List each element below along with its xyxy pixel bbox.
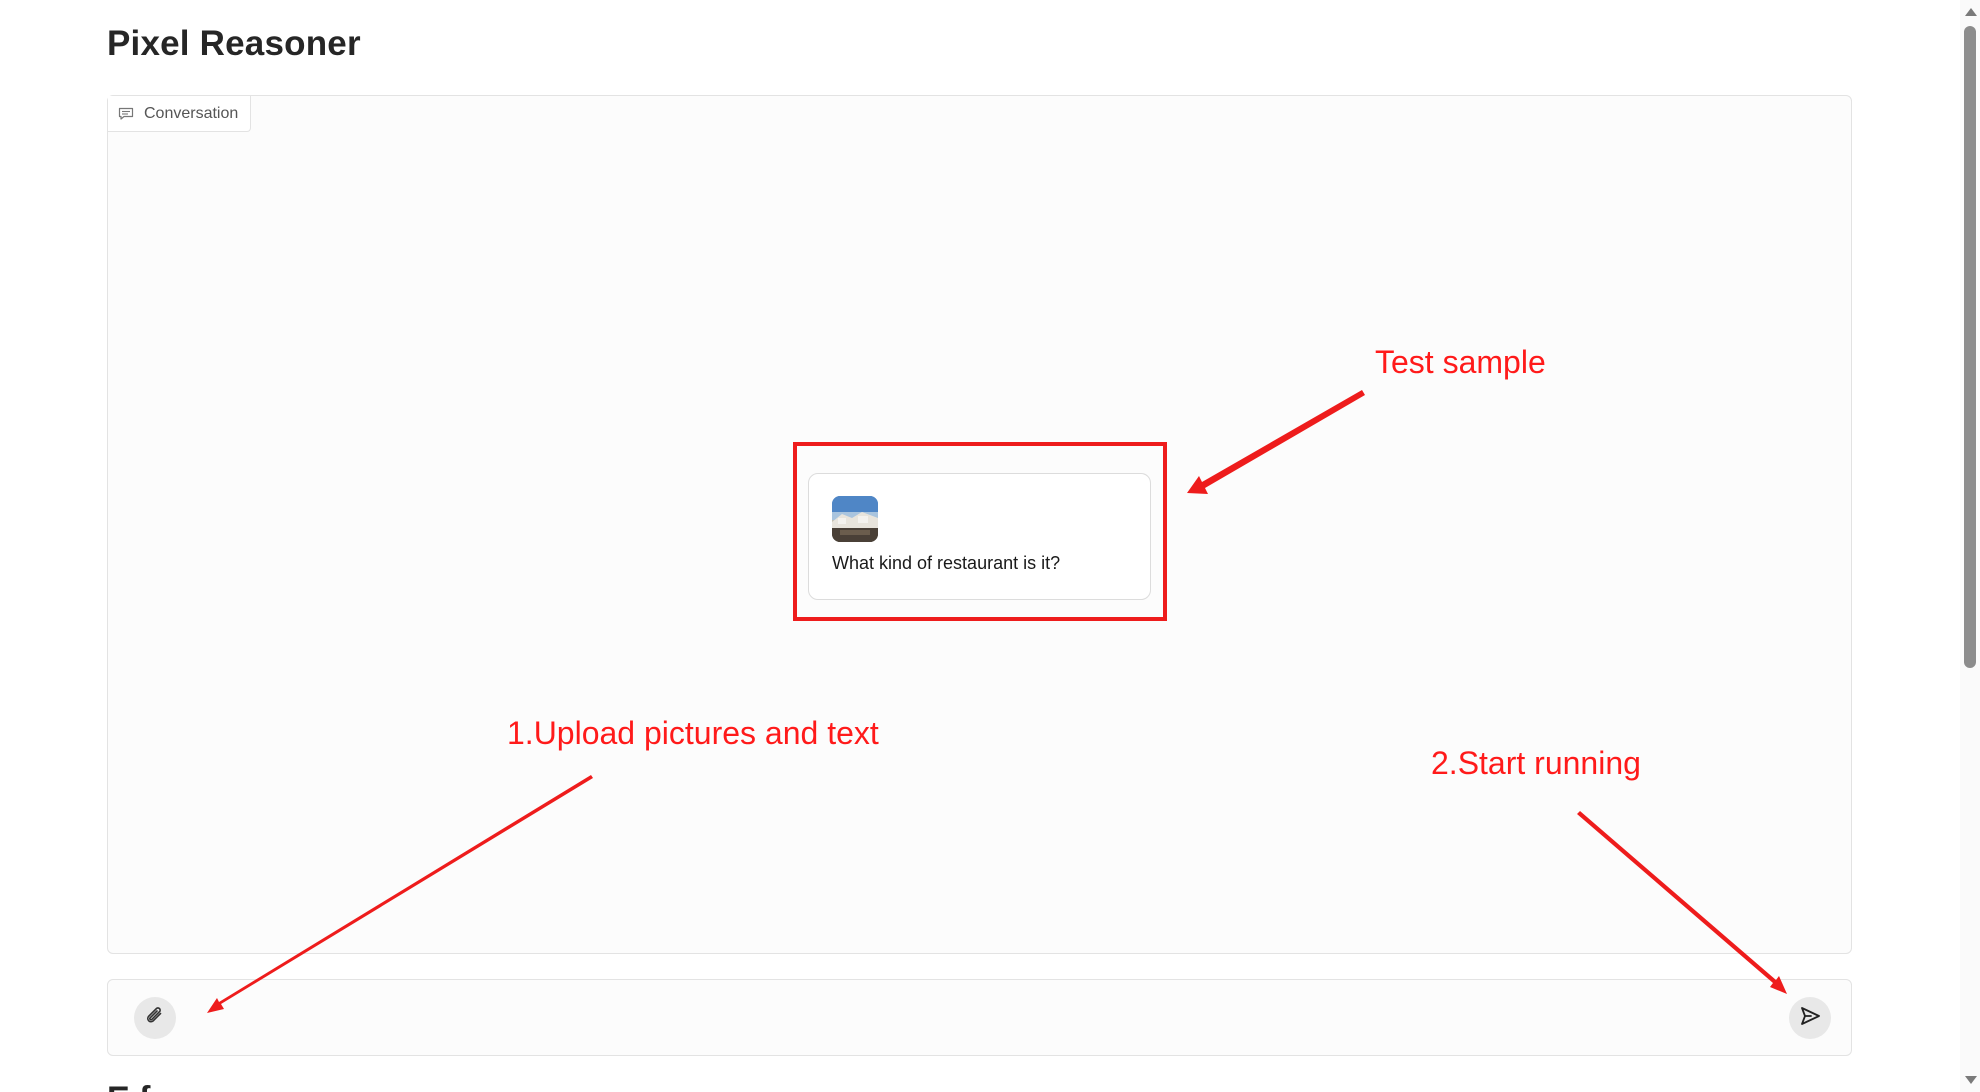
scroll-thumb[interactable] [1964,26,1976,668]
scroll-down-icon[interactable] [1965,1076,1977,1084]
chat-bubble-icon [118,107,134,121]
scroll-up-icon[interactable] [1965,8,1977,16]
page-title: Pixel Reasoner [107,24,361,63]
next-section-heading: E f [107,1080,150,1092]
message-input[interactable] [192,998,1776,1040]
send-arrow-icon [1798,1004,1822,1033]
tab-conversation: Conversation [108,96,252,132]
tab-label: Conversation [144,104,239,122]
message-input-bar [107,979,1852,1056]
paperclip-icon [143,1004,167,1033]
page-scrollbar[interactable] [1960,0,1980,1092]
send-button[interactable] [1789,997,1831,1039]
annotation-start: 2.Start running [1431,745,1641,781]
app-page: Pixel Reasoner Conversation What kind of… [0,0,1980,1092]
test-sample-highlight-box [793,442,1167,621]
attach-button[interactable] [134,997,176,1039]
annotation-test-sample: Test sample [1375,344,1546,380]
annotation-upload: 1.Upload pictures and text [507,715,879,751]
